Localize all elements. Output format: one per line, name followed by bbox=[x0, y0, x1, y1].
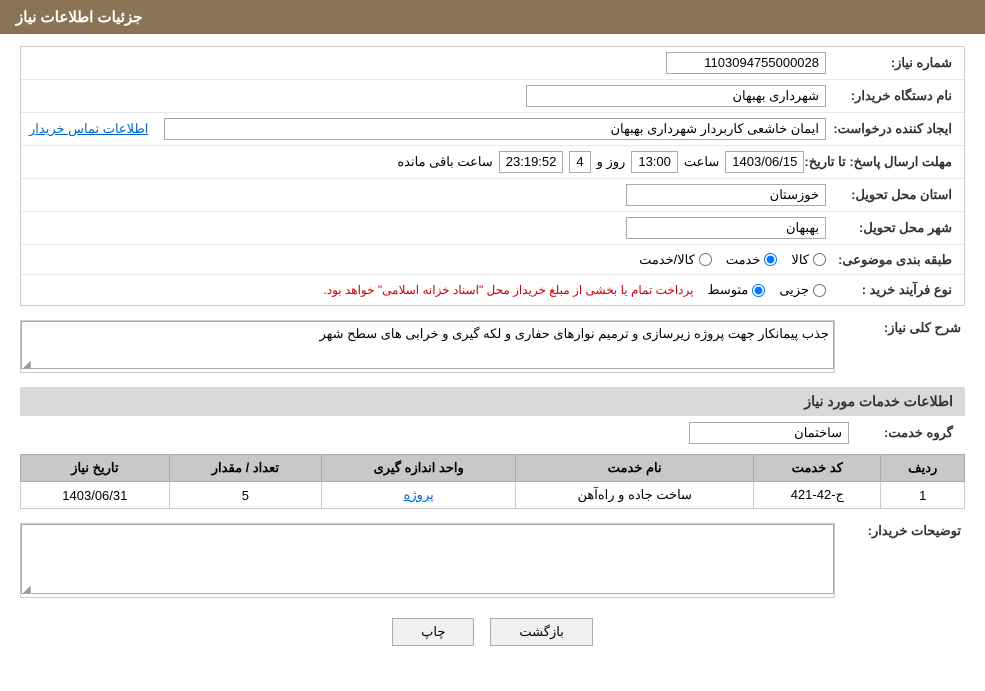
shomara-niaz-label: شماره نیاز: bbox=[826, 55, 956, 71]
radio-kala-khadamat-label: کالا/خدمت bbox=[639, 252, 695, 268]
radio-khadamat-input[interactable] bbox=[764, 253, 777, 266]
nooe-farayand-row: نوع فرآیند خرید : جزیی متوسط پرداخت تمام… bbox=[21, 275, 964, 305]
radio-motavasset-label: متوسط bbox=[707, 282, 748, 298]
mohlat-mande-box: 23:19:52 bbox=[499, 151, 564, 173]
table-body: 1ج-42-421ساخت جاده و راه‌آهنپروژه51403/0… bbox=[21, 482, 965, 509]
name-dastgah-label: نام دستگاه خریدار: bbox=[826, 88, 956, 104]
ijad-konande-row: ایجاد کننده درخواست: ایمان خاشعی کاربردا… bbox=[21, 113, 964, 146]
shahr-value: بهبهان bbox=[786, 220, 819, 235]
ijad-konande-label: ایجاد کننده درخواست: bbox=[826, 121, 956, 137]
mohlat-rooz-box: 4 bbox=[569, 151, 590, 173]
tabaqe-radio-group: کالا خدمت کالا/خدمت bbox=[29, 252, 826, 268]
table-header-row: ردیف کد خدمت نام خدمت واحد اندازه گیری ت… bbox=[21, 455, 965, 482]
khadamat-table: ردیف کد خدمت نام خدمت واحد اندازه گیری ت… bbox=[20, 454, 965, 509]
back-button[interactable]: بازگشت bbox=[490, 618, 592, 646]
mohlat-date: 1403/06/15 bbox=[732, 154, 797, 169]
name-dastgah-value: شهرداری بهبهان bbox=[732, 88, 819, 103]
mohlat-mande-value: 23:19:52 bbox=[506, 154, 557, 169]
radio-kala-input[interactable] bbox=[813, 253, 826, 266]
ijad-konande-value-box: ایمان خاشعی کاربردار شهرداری بهبهان bbox=[164, 118, 826, 140]
gorooh-khadamat-value-box: ساختمان bbox=[689, 422, 849, 444]
table-row: 1ج-42-421ساخت جاده و راه‌آهنپروژه51403/0… bbox=[21, 482, 965, 509]
col-name: نام خدمت bbox=[516, 455, 754, 482]
ostan-value-box: خوزستان bbox=[626, 184, 826, 206]
tozihat-textarea[interactable] bbox=[21, 524, 834, 594]
name-dastgah-value-box: شهرداری بهبهان bbox=[526, 85, 826, 107]
gorooh-khadamat-row: گروه خدمت: ساختمان bbox=[20, 416, 965, 450]
mohlat-mande-label: ساعت باقی مانده bbox=[397, 154, 492, 170]
radio-kala-label: کالا bbox=[791, 252, 809, 268]
mohlat-rooz-value: 4 bbox=[576, 154, 583, 169]
radio-kala-item: کالا bbox=[791, 252, 826, 268]
table-cell: ساخت جاده و راه‌آهن bbox=[516, 482, 754, 509]
resize-icon: ◢ bbox=[23, 359, 31, 370]
page-wrapper: جزئیات اطلاعات نیاز شماره نیاز: 11030947… bbox=[0, 0, 985, 691]
col-date: تاریخ نیاز bbox=[21, 455, 170, 482]
radio-khadamat-item: خدمت bbox=[726, 252, 778, 268]
mohlat-saat-value: 13:00 bbox=[638, 154, 671, 169]
tozihat-section: توضیحات خریدار: ◢ bbox=[20, 519, 965, 602]
ostan-row: استان محل تحویل: خوزستان bbox=[21, 179, 964, 212]
button-row: بازگشت چاپ bbox=[20, 618, 965, 646]
col-qty: تعداد / مقدار bbox=[169, 455, 321, 482]
nooe-farayand-label: نوع فرآیند خرید : bbox=[826, 282, 956, 298]
ijad-konande-value: ایمان خاشعی کاربردار شهرداری بهبهان bbox=[610, 121, 819, 136]
farayand-radio-group: جزیی متوسط پرداخت تمام یا بخشی از مبلغ خ… bbox=[29, 282, 826, 298]
table-cell[interactable]: پروژه bbox=[322, 482, 516, 509]
shahr-label: شهر محل تحویل: bbox=[826, 220, 956, 236]
radio-jozvi-input[interactable] bbox=[813, 284, 826, 297]
table-cell: 1 bbox=[881, 482, 965, 509]
radio-kala-khadamat-item: کالا/خدمت bbox=[639, 252, 712, 268]
mohlat-saat-box: 13:00 bbox=[631, 151, 678, 173]
radio-motavasset-input[interactable] bbox=[752, 284, 765, 297]
etela-khadamat-title: اطلاعات خدمات مورد نیاز bbox=[20, 387, 965, 416]
tabaqe-label: طبقه بندی موضوعی: bbox=[826, 252, 956, 268]
sharh-textarea[interactable] bbox=[21, 321, 834, 369]
name-dastgah-row: نام دستگاه خریدار: شهرداری بهبهان bbox=[21, 80, 964, 113]
ostan-value: خوزستان bbox=[770, 187, 819, 202]
sharh-textarea-wrapper: ◢ bbox=[20, 320, 835, 373]
table-cell: ج-42-421 bbox=[754, 482, 881, 509]
mohlat-row: مهلت ارسال پاسخ: تا تاریخ: 1403/06/15 سا… bbox=[21, 146, 964, 179]
shomara-niaz-value: 1103094755000028 bbox=[704, 55, 819, 70]
sharh-section: شرح کلی نیاز: ◢ bbox=[20, 316, 965, 377]
print-button[interactable]: چاپ bbox=[392, 618, 474, 646]
mohlat-saat-label: ساعت bbox=[684, 154, 719, 170]
notice-text: پرداخت تمام یا بخشی از مبلغ خریداز محل "… bbox=[323, 283, 693, 297]
mohlat-label: مهلت ارسال پاسخ: تا تاریخ: bbox=[804, 154, 956, 170]
sharh-label: شرح کلی نیاز: bbox=[835, 316, 965, 336]
shomara-niaz-value-box: 1103094755000028 bbox=[666, 52, 826, 74]
tozihat-textarea-wrapper: ◢ bbox=[20, 523, 835, 598]
main-form-section: شماره نیاز: 1103094755000028 نام دستگاه … bbox=[20, 46, 965, 306]
header-title: جزئیات اطلاعات نیاز bbox=[16, 9, 143, 26]
shomara-niaz-row: شماره نیاز: 1103094755000028 bbox=[21, 47, 964, 80]
table-cell: 1403/06/31 bbox=[21, 482, 170, 509]
mohlat-rooz-label: روز و bbox=[597, 154, 626, 170]
content-area: شماره نیاز: 1103094755000028 نام دستگاه … bbox=[0, 34, 985, 674]
tozihat-resize-icon: ◢ bbox=[23, 584, 31, 595]
radio-jozvi-item: جزیی bbox=[779, 282, 826, 298]
gorooh-khadamat-label: گروه خدمت: bbox=[857, 425, 957, 441]
col-radif: ردیف bbox=[881, 455, 965, 482]
tozihat-label: توضیحات خریدار: bbox=[835, 519, 965, 539]
mohlat-date-time: 1403/06/15 ساعت 13:00 روز و 4 23:19:52 س… bbox=[29, 151, 804, 173]
tabaqe-row: طبقه بندی موضوعی: کالا خدمت کالا/خدمت bbox=[21, 245, 964, 275]
ostan-label: استان محل تحویل: bbox=[826, 187, 956, 203]
radio-khadamat-label: خدمت bbox=[726, 252, 761, 268]
shahr-row: شهر محل تحویل: بهبهان bbox=[21, 212, 964, 245]
etela-tamas-link[interactable]: اطلاعات تماس خریدار bbox=[29, 121, 148, 137]
gorooh-khadamat-value: ساختمان bbox=[794, 425, 842, 440]
col-unit: واحد اندازه گیری bbox=[322, 455, 516, 482]
mohlat-date-box: 1403/06/15 bbox=[725, 151, 804, 173]
radio-jozvi-label: جزیی bbox=[779, 282, 809, 298]
col-code: کد خدمت bbox=[754, 455, 881, 482]
radio-kala-khadamat-input[interactable] bbox=[699, 253, 712, 266]
radio-motavasset-item: متوسط bbox=[707, 282, 765, 298]
table-cell: 5 bbox=[169, 482, 321, 509]
khadamat-table-section: ردیف کد خدمت نام خدمت واحد اندازه گیری ت… bbox=[20, 454, 965, 509]
shahr-value-box: بهبهان bbox=[626, 217, 826, 239]
page-header: جزئیات اطلاعات نیاز bbox=[0, 0, 985, 34]
